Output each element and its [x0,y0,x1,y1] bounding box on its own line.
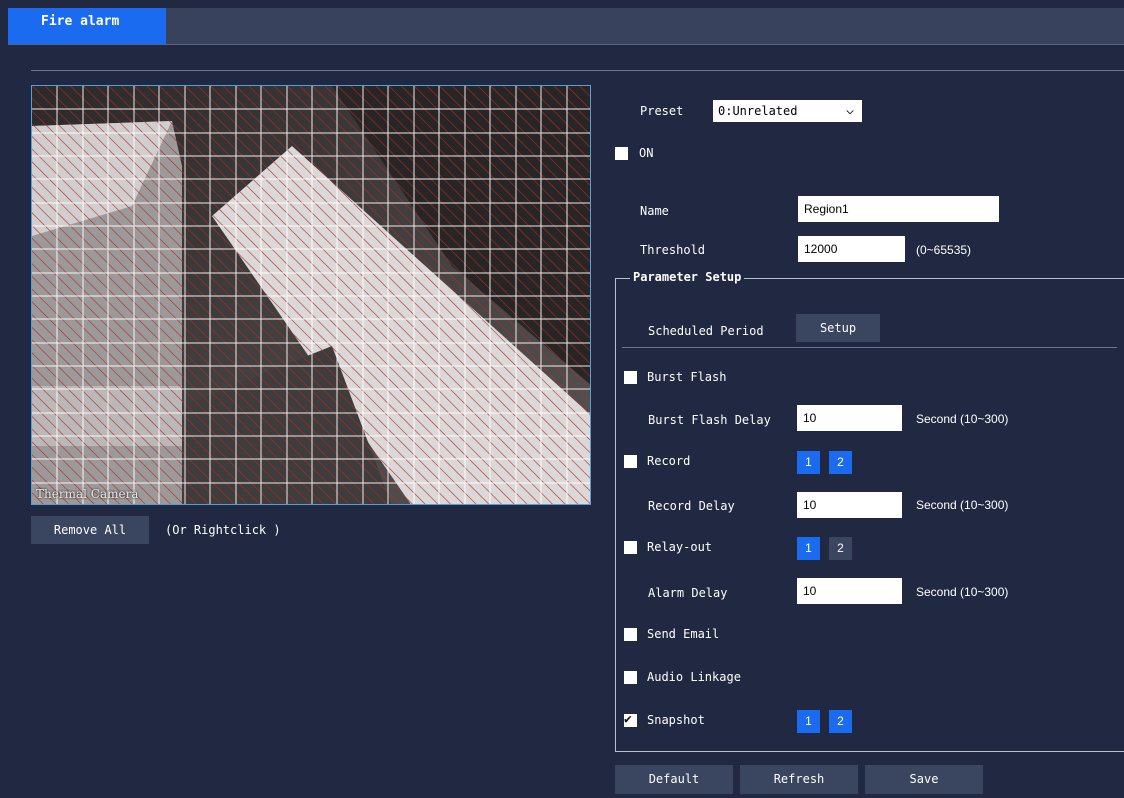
alarm-delay-unit: Second (10~300) [916,585,1009,599]
snapshot-channel-2[interactable]: 2 [829,710,852,733]
relay-out-label: Relay-out [647,540,713,554]
send-email-label: Send Email [647,627,720,641]
threshold-label: Threshold [640,243,706,257]
snapshot-label: Snapshot [647,713,705,727]
header-divider [31,70,1124,71]
name-label: Name [640,204,669,218]
send-email-checkbox[interactable] [624,628,637,641]
region-overlay[interactable] [32,86,591,505]
setup-button[interactable]: Setup [796,314,880,342]
preset-select[interactable]: 0:Unrelated ⌵ [713,100,862,122]
burst-flash-label: Burst Flash [647,370,727,384]
record-delay-field[interactable]: 10 [797,492,902,518]
record-channel-1[interactable]: 1 [797,451,820,474]
preset-value: 0:Unrelated [718,104,798,118]
burst-flash-checkbox[interactable] [624,371,637,384]
record-label: Record [647,454,691,468]
record-delay-label: Record Delay [648,499,735,513]
enable-label: ON [639,146,654,160]
parameter-setup-legend: Parameter Setup [630,270,745,284]
alarm-delay-label: Alarm Delay [648,586,728,600]
remove-all-button[interactable]: Remove All [31,516,149,544]
tab-bar: Fire alarm [8,8,1124,45]
video-preview[interactable]: Thermal Camera [31,85,591,505]
rightclick-hint: (Or Rightclick ) [165,523,281,537]
snapshot-channel-1[interactable]: 1 [797,710,820,733]
snapshot-checkbox[interactable] [624,711,637,728]
relay-out-channel-2[interactable]: 2 [829,537,852,560]
name-field[interactable]: Region1 [798,196,999,222]
save-button[interactable]: Save [865,765,983,794]
camera-label: Thermal Camera [36,487,139,501]
default-button[interactable]: Default [615,765,733,794]
burst-flash-delay-unit: Second (10~300) [916,412,1009,426]
relay-out-checkbox[interactable] [624,541,637,554]
threshold-field[interactable]: 12000 [798,236,905,262]
burst-flash-delay-label: Burst Flash Delay [648,413,771,427]
alarm-delay-field[interactable]: 10 [797,578,902,604]
burst-flash-delay-field[interactable]: 10 [797,405,902,431]
record-delay-unit: Second (10~300) [916,498,1009,512]
record-channel-2[interactable]: 2 [829,451,852,474]
preset-label: Preset [640,104,684,118]
relay-out-channel-1[interactable]: 1 [797,537,820,560]
enable-checkbox[interactable] [615,147,628,160]
refresh-button[interactable]: Refresh [740,765,858,794]
audio-linkage-label: Audio Linkage [647,670,741,684]
scheduled-period-label: Scheduled Period [648,324,764,338]
tab-fire-alarm[interactable]: Fire alarm [8,8,166,44]
audio-linkage-checkbox[interactable] [624,671,637,684]
chevron-down-icon: ⌵ [846,103,854,118]
threshold-range: (0~65535) [916,243,972,257]
section-divider [622,347,1117,348]
record-checkbox[interactable] [624,455,637,468]
